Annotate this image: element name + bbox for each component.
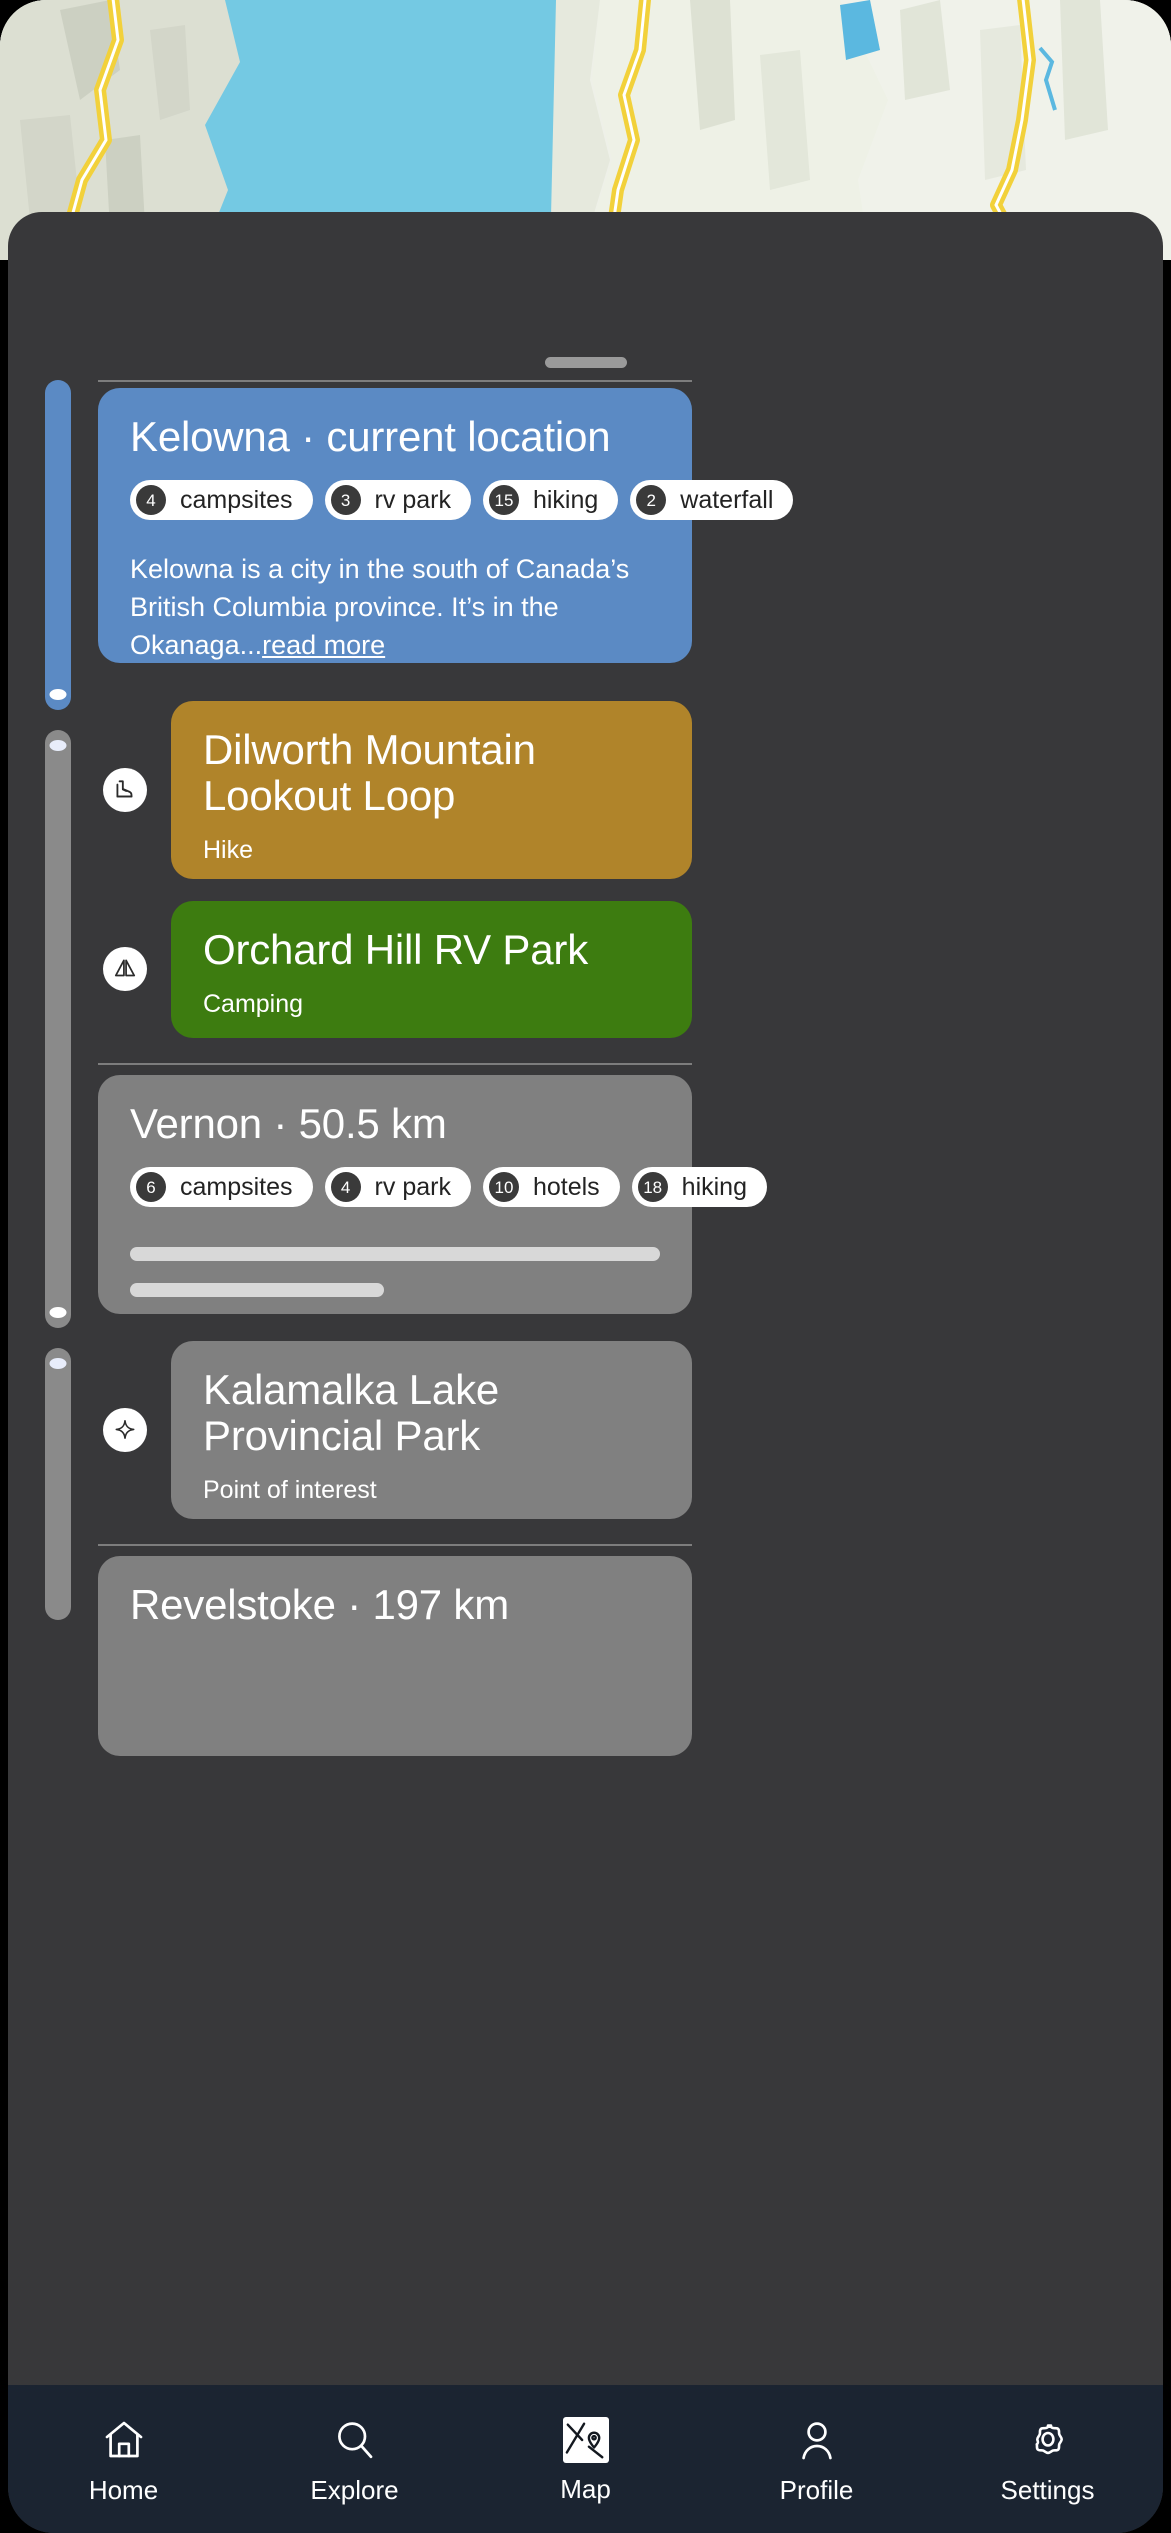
chip-hotels[interactable]: 10 hotels (482, 1167, 620, 1207)
nav-item-profile[interactable]: Profile (742, 2416, 892, 2503)
chip-label: waterfall (680, 485, 774, 514)
person-icon (801, 2421, 832, 2459)
chip-count: 4 (136, 485, 166, 515)
hiking-boot-icon (116, 780, 133, 798)
chip-hiking[interactable]: 15 hiking (482, 480, 619, 520)
card-description: Kelowna is a city in the south of Canada… (130, 550, 660, 664)
chip-count: 6 (136, 1172, 166, 1202)
chip-label: hotels (532, 1172, 600, 1201)
chip-row: 4 campsites 3 rv park 15 hiking 2 waterf… (130, 480, 794, 520)
bottom-navigation[interactable]: Home Explore Map Profile Settings (8, 2385, 1163, 2533)
chip-label: rv park (374, 1172, 451, 1201)
card-title: Dilworth Mountain Lookout Loop (203, 726, 536, 819)
chip-waterfall[interactable]: 2 waterfall (630, 480, 794, 520)
chip-rv-park[interactable]: 4 rv park (324, 1167, 471, 1207)
chip-campsites[interactable]: 4 campsites (130, 480, 313, 520)
poi-marker-hike[interactable] (103, 768, 147, 812)
chip-campsites[interactable]: 6 campsites (130, 1167, 313, 1207)
itinerary-list[interactable]: Kelowna · current location 4 campsites 3… (8, 212, 1163, 2533)
poi-marker-point-of-interest[interactable] (103, 1408, 147, 1452)
search-icon (337, 2421, 372, 2458)
nav-item-settings[interactable]: Settings (973, 2416, 1123, 2503)
chip-count: 3 (330, 485, 361, 515)
map-pin-icon (565, 2422, 603, 2458)
chip-label: hiking (532, 485, 599, 514)
card-orchard-hill[interactable]: Orchard Hill RV Park Camping (171, 901, 692, 1038)
placeholder-line (130, 1247, 660, 1261)
chip-count: 4 (330, 1172, 361, 1202)
nav-label: Explore (310, 2474, 399, 2505)
card-title: Kalamalka Lake Provincial Park (203, 1366, 500, 1459)
nav-item-home[interactable]: Home (49, 2416, 199, 2503)
card-kalamalka[interactable]: Kalamalka Lake Provincial Park Point of … (171, 1341, 692, 1519)
bottom-sheet[interactable]: Kelowna · current location 4 campsites 3… (8, 212, 1163, 2533)
card-dilworth[interactable]: Dilworth Mountain Lookout Loop Hike (171, 701, 692, 879)
chip-count: 18 (637, 1172, 668, 1202)
chip-label: campsites (180, 1172, 293, 1201)
card-title: Revelstoke · 197 km (130, 1581, 510, 1628)
card-kelowna[interactable]: Kelowna · current location 4 campsites 3… (98, 388, 794, 664)
nav-item-map[interactable]: Map (511, 2416, 661, 2504)
gear-icon (1034, 2423, 1063, 2454)
poi-marker-camping[interactable] (103, 947, 147, 991)
chip-label: rv park (374, 485, 451, 514)
chip-count: 10 (488, 1172, 519, 1202)
map-tile-background (562, 2416, 609, 2463)
chip-label: campsites (180, 485, 293, 514)
sparkle-icon (115, 1419, 135, 1439)
tent-icon (114, 959, 136, 977)
nav-label: Map (560, 2473, 611, 2504)
chip-count: 15 (488, 485, 519, 515)
chip-count: 2 (636, 485, 667, 515)
card-subtitle: Camping (203, 990, 304, 1018)
nav-item-explore[interactable]: Explore (280, 2416, 430, 2503)
chip-rv-park[interactable]: 3 rv park (324, 480, 471, 520)
section-divider (98, 1063, 692, 1065)
card-title: Vernon · 50.5 km (130, 1100, 447, 1147)
home-icon (105, 2421, 142, 2457)
card-title: Kelowna · current location (130, 413, 611, 460)
chip-row: 6 campsites 4 rv park 10 hotels 18 hikin… (130, 1167, 767, 1207)
nav-label: Settings (1000, 2474, 1095, 2505)
placeholder-line (130, 1283, 385, 1297)
card-subtitle: Point of interest (203, 1476, 377, 1504)
card-revelstoke[interactable]: Revelstoke · 197 km (98, 1556, 692, 1756)
card-subtitle: Hike (203, 836, 254, 864)
card-vernon[interactable]: Vernon · 50.5 km 6 campsites 4 rv park 1… (98, 1075, 767, 1314)
chip-hiking[interactable]: 18 hiking (631, 1167, 767, 1207)
read-more-link[interactable]: read more (262, 630, 385, 660)
nav-label: Profile (779, 2474, 854, 2505)
chip-label: hiking (681, 1172, 747, 1201)
section-divider (98, 1544, 692, 1546)
card-title: Orchard Hill RV Park (203, 926, 588, 973)
nav-label: Home (88, 2474, 159, 2505)
